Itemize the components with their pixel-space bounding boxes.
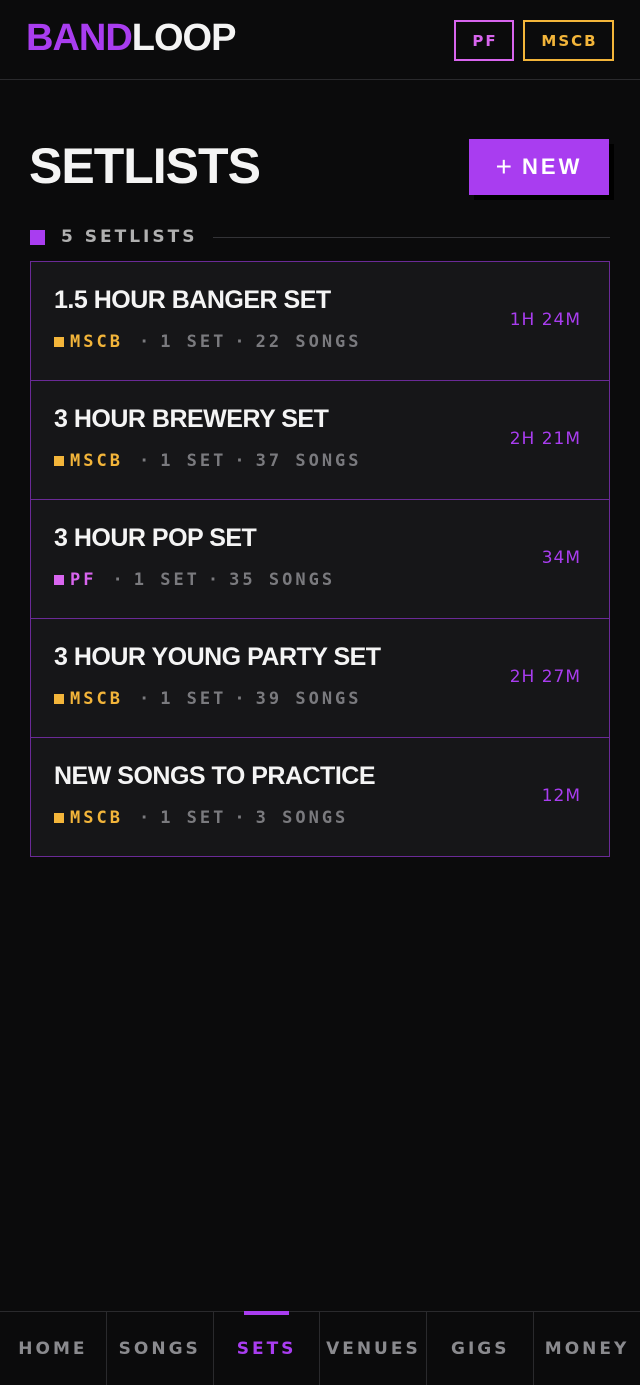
divider <box>213 236 610 238</box>
tab-venues[interactable]: VENUES <box>320 1312 428 1385</box>
setlist-meta: MSCB · 1 SET · 22 SONGS <box>54 332 362 352</box>
band-color-icon <box>54 575 64 585</box>
separator-dot: · <box>234 332 248 352</box>
setlist-song-count: 22 SONGS <box>255 332 362 352</box>
setlist-set-count: 1 SET <box>133 570 200 590</box>
separator-dot: · <box>207 570 222 590</box>
setlist-band: MSCB <box>70 451 123 471</box>
tab-home[interactable]: HOME <box>0 1312 107 1385</box>
setlist-song-count: 39 SONGS <box>255 689 362 709</box>
separator-dot: · <box>138 451 153 471</box>
setlist-set-count: 1 SET <box>160 332 227 352</box>
setlist-item[interactable]: 3 HOUR BREWERY SET MSCB · 1 SET · 37 SON… <box>31 381 609 500</box>
setlist-count-row: 5 SETLISTS <box>30 226 610 248</box>
setlist-song-count: 35 SONGS <box>229 570 336 590</box>
setlist-duration: 2H 27M <box>509 667 581 687</box>
band-chip-pf[interactable]: PF <box>454 20 514 61</box>
setlist-duration: 34M <box>541 548 581 568</box>
new-button-label: NEW <box>522 154 583 179</box>
setlist-item[interactable]: NEW SONGS TO PRACTICE MSCB · 1 SET · 3 S… <box>31 738 609 856</box>
setlist-band: PF <box>70 570 97 590</box>
logo-part-loop: LOOP <box>131 17 237 59</box>
setlist-set-count: 1 SET <box>160 451 227 471</box>
setlist-band: MSCB <box>70 808 123 828</box>
separator-dot: · <box>234 689 248 709</box>
tab-sets[interactable]: SETS <box>214 1311 321 1385</box>
separator-dot: · <box>234 451 248 471</box>
separator-dot: · <box>112 570 126 590</box>
setlist-duration: 1H 24M <box>509 310 581 330</box>
tab-money[interactable]: MONEY <box>534 1312 640 1385</box>
setlist-song-count: 3 SONGS <box>255 808 349 828</box>
setlist-band: MSCB <box>70 332 123 352</box>
setlist-name: 3 HOUR BREWERY SET <box>54 405 329 433</box>
tab-gigs[interactable]: GIGS <box>427 1312 535 1385</box>
bottom-nav: HOME SONGS SETS VENUES GIGS MONEY <box>0 1311 640 1385</box>
setlist-set-count: 1 SET <box>160 808 227 828</box>
band-color-icon <box>54 337 64 347</box>
setlist-item[interactable]: 3 HOUR YOUNG PARTY SET MSCB · 1 SET · 39… <box>31 619 609 738</box>
plus-icon: + <box>495 151 513 182</box>
setlist-set-count: 1 SET <box>160 689 227 709</box>
setlist-list: 1.5 HOUR BANGER SET MSCB · 1 SET · 22 SO… <box>30 261 610 857</box>
band-color-icon <box>54 813 64 823</box>
setlist-meta: MSCB · 1 SET · 39 SONGS <box>54 689 362 709</box>
setlist-meta: MSCB · 1 SET · 3 SONGS <box>54 808 348 828</box>
app-logo[interactable]: BANDLOOP <box>26 16 237 60</box>
new-setlist-button[interactable]: + NEW <box>469 139 609 195</box>
tab-songs[interactable]: SONGS <box>107 1312 214 1385</box>
setlist-duration: 2H 21M <box>509 429 581 449</box>
app-header: BANDLOOP PF MSCB <box>0 0 640 80</box>
setlist-song-count: 37 SONGS <box>255 451 362 471</box>
band-color-icon <box>54 456 64 466</box>
separator-dot: · <box>138 689 153 709</box>
setlist-meta: MSCB · 1 SET · 37 SONGS <box>54 451 362 471</box>
separator-dot: · <box>234 808 248 828</box>
setlist-name: NEW SONGS TO PRACTICE <box>54 762 376 790</box>
setlist-name: 3 HOUR POP SET <box>54 524 257 552</box>
square-marker-icon <box>30 229 45 245</box>
setlist-count: 5 SETLISTS <box>61 227 198 247</box>
separator-dot: · <box>138 808 153 828</box>
logo-part-band: BAND <box>26 17 133 59</box>
setlist-duration: 12M <box>541 786 581 806</box>
setlist-name: 1.5 HOUR BANGER SET <box>54 286 331 314</box>
setlist-item[interactable]: 1.5 HOUR BANGER SET MSCB · 1 SET · 22 SO… <box>31 262 609 381</box>
setlist-meta: PF · 1 SET · 35 SONGS <box>54 570 335 590</box>
separator-dot: · <box>138 332 153 352</box>
setlist-name: 3 HOUR YOUNG PARTY SET <box>54 643 381 671</box>
setlist-item[interactable]: 3 HOUR POP SET PF · 1 SET · 35 SONGS 34M <box>31 500 609 619</box>
setlist-band: MSCB <box>70 689 123 709</box>
page-title: SETLISTS <box>29 138 261 194</box>
band-color-icon <box>54 694 64 704</box>
band-chip-mscb[interactable]: MSCB <box>523 20 614 61</box>
